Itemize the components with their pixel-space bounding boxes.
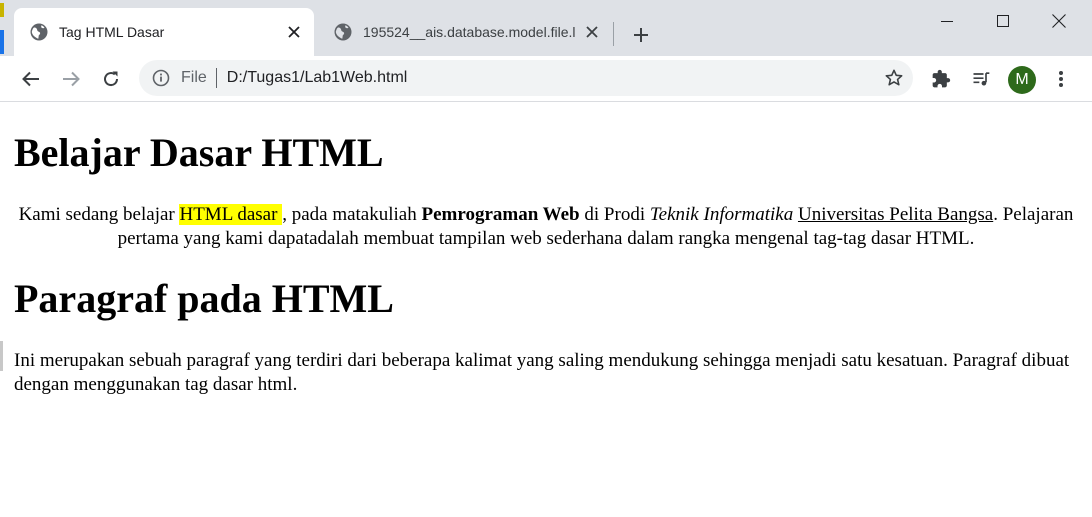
back-button[interactable] [16,64,46,94]
italic-text: Teknik Informatika [649,204,794,225]
arrow-left-icon [22,71,39,87]
page-content: Belajar Dasar HTML Kami sedang belajar H… [0,102,1092,517]
media-control-button[interactable] [966,64,996,94]
body-paragraph: Ini merupakan sebuah paragraf yang terdi… [14,350,1070,395]
file-scheme-label: File [181,69,207,86]
star-icon[interactable] [883,67,905,89]
window-edge-accent [0,3,4,17]
profile-avatar[interactable]: M [1008,66,1036,94]
address-separator [215,68,217,88]
text: di Prodi [579,204,650,225]
tab-title: Tag HTML Dasar [59,24,165,40]
playlist-icon [973,72,990,86]
reload-button[interactable] [96,64,126,94]
bold-text: Pemrograman Web [421,204,580,225]
close-window-button[interactable] [1036,6,1082,36]
maximize-icon [997,15,1009,27]
forward-button[interactable] [56,64,86,94]
tab-separator [613,22,614,46]
window-edge-accent [0,30,4,54]
heading-paragraf: Paragraf pada HTML [14,276,394,321]
address-bar[interactable]: File D:/Tugas1/Lab1Web.html [139,60,913,96]
minimize-button[interactable] [924,6,970,36]
tab-inactive[interactable]: 195524__ais.database.model.file.l [318,8,612,56]
heading-belajar: Belajar Dasar HTML [14,130,384,175]
globe-icon [29,22,49,42]
close-icon [1052,14,1066,28]
menu-button[interactable] [1046,64,1076,94]
more-vertical-icon [1059,71,1063,87]
intro-paragraph: Kami sedang belajar HTML dasar , pada ma… [14,203,1078,251]
new-tab-button[interactable] [628,22,654,48]
arrow-right-icon [63,71,80,87]
info-icon[interactable] [151,68,171,88]
close-tab-icon[interactable] [582,22,602,42]
text: Kami sedang belajar [18,204,180,225]
plus-icon [634,28,648,42]
puzzle-icon [932,69,951,88]
extensions-button[interactable] [926,64,956,94]
close-tab-icon[interactable] [284,22,304,42]
url-text[interactable]: D:/Tugas1/Lab1Web.html [227,69,408,87]
reload-icon [104,71,119,87]
window-edge-handle [0,341,3,371]
globe-icon [333,22,353,42]
highlighted-text: HTML dasar [179,204,283,225]
browser-toolbar: File D:/Tugas1/Lab1Web.html M [0,56,1092,102]
minimize-icon [941,21,953,22]
tab-title: 195524__ais.database.model.file.l [363,24,576,40]
tab-strip: Tag HTML Dasar 195524__ais.database.mode… [0,0,1092,56]
maximize-button[interactable] [980,6,1026,36]
tab-active[interactable]: Tag HTML Dasar [14,8,314,56]
text: , pada matakuliah [282,204,422,225]
underlined-text: Universitas Pelita Bangsa [797,204,994,225]
